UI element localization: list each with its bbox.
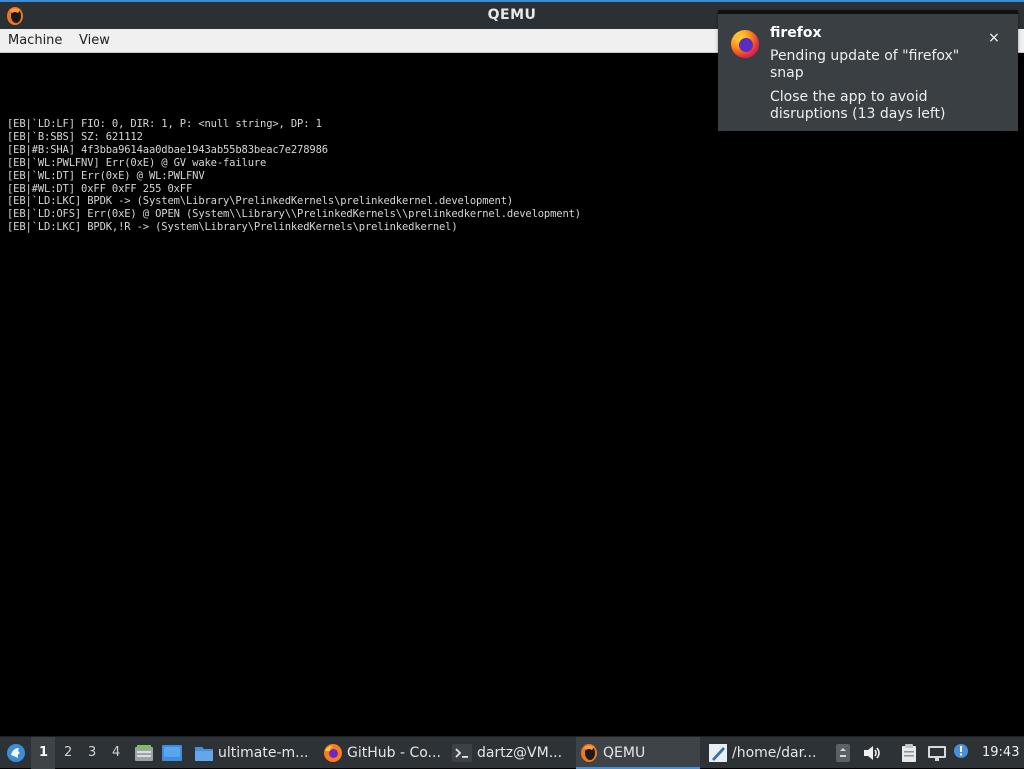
volume-icon[interactable] — [863, 737, 881, 769]
task-label: ultimate-m... — [218, 745, 309, 761]
show-desktop-icon[interactable] — [162, 737, 182, 769]
update-notifier-icon[interactable] — [953, 737, 969, 769]
file-manager-launcher-icon[interactable] — [134, 737, 154, 769]
clipboard-icon[interactable] — [899, 737, 919, 769]
console-line: [EB|#WL:DT] 0xFF 0xFF 255 0xFF — [7, 182, 193, 195]
task-file-manager[interactable]: ultimate-m... — [194, 737, 314, 769]
notification-title: firefox — [770, 25, 822, 41]
console-line: [EB|`LD:LKC] BPDK -> (System\Library\Pre… — [7, 195, 514, 208]
start-menu-button[interactable] — [4, 737, 28, 769]
console-line: [EB|`LD:LF] FIO: 0, DIR: 1, P: <null str… — [7, 118, 322, 130]
task-terminal[interactable]: dartz@VM... — [452, 737, 572, 769]
console-output: [EB|`LD:LF] FIO: 0, DIR: 1, P: <null str… — [7, 118, 581, 234]
notification-body: Pending update of "firefox" snap — [770, 48, 960, 81]
qemu-icon — [581, 744, 597, 762]
console-line: [EB|`B:SBS] SZ: 621112 — [7, 130, 143, 143]
console-line: [EB|`LD:OFS] Err(0xE) @ OPEN (System\\Li… — [7, 208, 581, 221]
task-firefox[interactable]: GitHub - Co... — [323, 737, 447, 769]
editor-icon — [709, 744, 727, 762]
menu-view[interactable]: View — [79, 33, 110, 48]
taskbar: 1 2 3 4 ultimate-m... GitHub - Co... dar… — [0, 736, 1024, 769]
terminal-icon — [452, 744, 472, 762]
task-label: /home/dar... — [732, 745, 817, 761]
clock[interactable]: 19:43 — [982, 745, 1019, 760]
task-label: GitHub - Co... — [347, 745, 441, 761]
console-line: [EB|`WL:DT] Err(0xE) @ WL:PWLFNV — [7, 169, 205, 182]
firefox-icon — [324, 744, 342, 762]
folder-icon — [195, 747, 213, 761]
firefox-icon — [729, 28, 761, 60]
workspace-3[interactable]: 3 — [88, 745, 96, 760]
notification-detail: Close the app to avoid disruptions (13 d… — [770, 89, 946, 122]
workspace-2[interactable]: 2 — [64, 745, 72, 760]
console-line: [EB|#B:SHA] 4f3bba9614aa0dbae1943ab55b83… — [7, 143, 328, 156]
network-icon[interactable] — [927, 737, 947, 769]
vm-console[interactable]: [EB|`LD:LF] FIO: 0, DIR: 1, P: <null str… — [0, 53, 1024, 736]
workspace-1[interactable]: 1 — [39, 745, 48, 760]
task-qemu[interactable]: QEMU — [580, 737, 698, 769]
console-line: [EB|`LD:LKC] BPDK,!R -> (System\Library\… — [7, 221, 458, 234]
scroll-handle-icon[interactable] — [836, 737, 850, 769]
task-label: QEMU — [603, 745, 646, 761]
task-label: dartz@VM... — [477, 745, 563, 761]
workspace-4[interactable]: 4 — [112, 745, 120, 760]
console-line: [EB|`WL:PWLFNV] Err(0xE) @ GV wake-failu… — [7, 156, 267, 169]
menu-machine[interactable]: Machine — [8, 33, 62, 48]
task-text-editor[interactable]: /home/dar... — [708, 737, 828, 769]
notification-popup[interactable]: firefox Pending update of "firefox" snap… — [718, 10, 1018, 131]
notification-close-button[interactable]: × — [984, 28, 1004, 48]
